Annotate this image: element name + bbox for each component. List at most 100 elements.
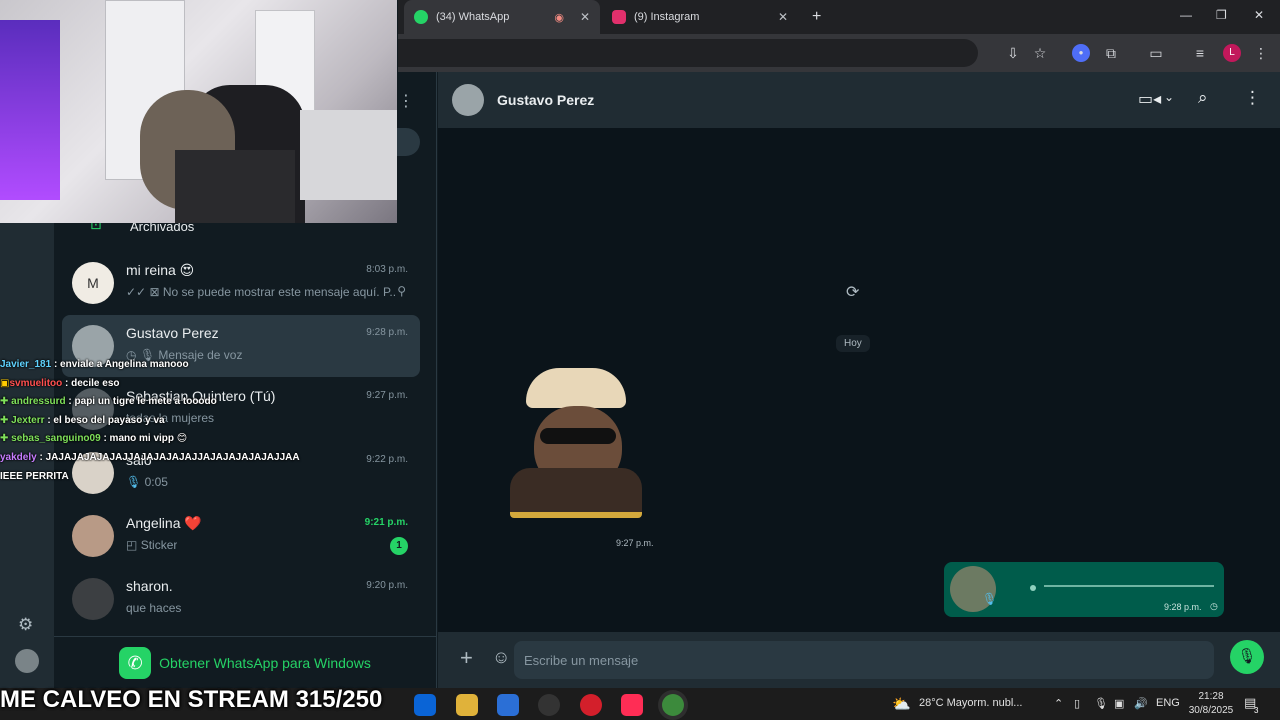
maximize-icon[interactable]: ❐ [1216, 8, 1227, 22]
video-call-icon[interactable]: ▭◂ [1138, 89, 1161, 109]
tab-label: (34) WhatsApp [436, 11, 510, 23]
profile-avatar[interactable] [15, 649, 39, 673]
attach-plus-icon[interactable]: + [460, 645, 473, 671]
store-icon[interactable] [497, 694, 519, 716]
stream-chat-line: ✚ andressurd : papi un tigre le mete a t… [0, 396, 217, 408]
recording-icon: ◉ [554, 11, 564, 24]
chat-time: 9:27 p.m. [366, 390, 408, 401]
tab-instagram[interactable]: (9) Instagram ✕ [602, 0, 798, 34]
network-icon[interactable]: ▣ [1114, 697, 1124, 710]
search-box[interactable] [396, 128, 420, 156]
tray-device-icon[interactable]: ▯ [1074, 697, 1080, 710]
chat-name: mi reina 😍 [126, 262, 195, 278]
settings-gear-icon[interactable]: ⚙ [18, 615, 33, 635]
opera-icon[interactable] [580, 694, 602, 716]
cast-icon[interactable]: ▭ [1147, 44, 1165, 62]
microphone-icon[interactable]: 🎙 [1094, 697, 1108, 710]
tab-whatsapp[interactable]: (34) WhatsApp ◉ ✕ [404, 0, 600, 34]
stream-chat-line: Javier_181 : enviale a Angelina manooo [0, 359, 189, 370]
menu-kebab-icon[interactable]: ⋮ [1244, 88, 1261, 108]
chat-name: Gustavo Perez [126, 325, 219, 341]
chat-time: 9:22 p.m. [366, 454, 408, 465]
bookmark-star-icon[interactable]: ☆ [1031, 44, 1049, 62]
instagram-favicon-icon [612, 10, 626, 24]
profile-avatar[interactable]: L [1223, 44, 1241, 62]
whatsapp-logo-icon: ✆ [119, 646, 152, 679]
stream-chat-line: ✚ Jexterr : el beso del payaso y va [0, 414, 165, 426]
avatar: M [72, 262, 114, 304]
date-divider: Hoy [836, 335, 870, 352]
chat-header: Gustavo Perez ▭◂ ⌄ ⌕ ⋮ [438, 72, 1280, 128]
tab-label: (9) Instagram [634, 11, 700, 23]
contact-avatar[interactable] [452, 84, 484, 116]
menu-kebab-icon[interactable]: ⋮ [398, 91, 414, 111]
waveform-dot [1030, 585, 1036, 591]
chat-name: sharon. [126, 578, 173, 594]
voice-waveform[interactable] [1044, 585, 1214, 587]
extensions-puzzle-icon[interactable]: ⧉ [1102, 44, 1120, 62]
sticker-sunglasses [540, 428, 616, 444]
clock-icon: ◷ [1210, 601, 1218, 611]
contact-name[interactable]: Gustavo Perez [497, 92, 594, 108]
sticker-message[interactable] [508, 368, 648, 520]
badge-icon: ✚ [0, 396, 9, 408]
install-app-icon[interactable]: ⇩ [1004, 44, 1022, 62]
mic-icon: 🎙 [982, 592, 998, 606]
language-indicator[interactable]: ENG [1156, 697, 1180, 709]
webcam-purple-light [0, 20, 60, 200]
chat-list-item[interactable]: sharon. 9:20 p.m. que haces [62, 568, 420, 630]
stream-chat-line: yakdely : JAJAJAJAJAJAJJAJAJAJAJAJJAJAJA… [0, 451, 300, 463]
minimize-icon[interactable]: — [1180, 8, 1192, 22]
weather-icon[interactable]: ⛅ [892, 695, 911, 713]
badge-icon: ✚ [0, 414, 9, 426]
extension-icon[interactable]: ● [1072, 44, 1090, 62]
stream-goal-banner: ME CALVEO EN STREAM 315/250 [0, 686, 383, 713]
obs-icon[interactable] [538, 694, 560, 716]
new-tab-button[interactable]: + [802, 0, 831, 34]
conversation-panel: Gustavo Perez ▭◂ ⌄ ⌕ ⋮ ⟳ Hoy 9:27 p.m. 🎙… [438, 72, 1280, 688]
close-tab-icon[interactable]: ✕ [580, 10, 590, 24]
whatsapp-favicon-icon [414, 10, 428, 24]
outlook-icon[interactable] [414, 694, 436, 716]
show-hidden-icons-icon[interactable]: ⌃ [1054, 697, 1063, 710]
voice-record-button[interactable]: 🎙 [1230, 640, 1264, 674]
chevron-down-icon[interactable]: ⌄ [1164, 90, 1174, 104]
get-app-banner[interactable]: ✆ Obtener WhatsApp para Windows [54, 636, 436, 688]
voice-message[interactable]: 🎙 9:28 p.m. ◷ [944, 562, 1224, 617]
weather-text[interactable]: 28°C Mayorm. nubl... [919, 697, 1022, 709]
badge-icon: ✚ [0, 433, 9, 445]
chat-preview: que haces [126, 601, 182, 615]
chat-preview: ✓✓ ⊠ No se puede mostrar este mensaje aq… [126, 285, 396, 299]
chat-name: Angelina ❤️ [126, 515, 202, 531]
stream-chat-line: ▣svmuelitoo : decile eso [0, 377, 120, 389]
chat-list-item[interactable]: Angelina ❤️ 9:21 p.m. ◰ Sticker 1 [62, 505, 420, 567]
file-explorer-icon[interactable] [456, 694, 478, 716]
close-window-icon[interactable]: ✕ [1254, 8, 1264, 22]
chat-list-item[interactable]: M mi reina 😍 8:03 p.m. ✓✓ ⊠ No se puede … [62, 252, 420, 314]
sticker-icon: ◰ [126, 538, 138, 552]
media-controls-icon[interactable]: ≡ [1191, 44, 1209, 62]
clock[interactable]: 21:28 30/8/2025 [1188, 690, 1234, 718]
notification-count: 3 [1254, 706, 1259, 715]
emoji-icon[interactable]: ☺ [492, 647, 510, 668]
message-composer: + ☺ 🎙 [438, 632, 1280, 688]
volume-icon[interactable]: 🔊 [1134, 697, 1148, 710]
browser-tab-strip: (34) WhatsApp ◉ ✕ (9) Instagram ✕ + — ❐ … [398, 0, 1280, 34]
refresh-icon[interactable]: ⟳ [846, 282, 859, 302]
webcam-shirt [175, 150, 295, 223]
tiktok-icon[interactable] [621, 694, 643, 716]
message-time: 9:28 p.m. [1164, 602, 1202, 612]
close-tab-icon[interactable]: ✕ [778, 10, 788, 24]
chrome-icon[interactable] [662, 694, 684, 716]
chat-time: 9:21 p.m. [364, 517, 408, 528]
pin-icon: ⚲ [397, 284, 406, 298]
search-icon[interactable]: ⌕ [1198, 88, 1208, 108]
address-bar[interactable] [398, 39, 978, 67]
chat-time: 8:03 p.m. [366, 264, 408, 275]
message-input[interactable] [514, 641, 1214, 679]
browser-toolbar: ⇩ ☆ ● ⧉ ▭ ≡ L ⋮ [398, 34, 1280, 72]
stream-chat-overlay: Javier_181 : enviale a Angelina manooo ▣… [0, 356, 330, 486]
chat-time: 9:28 p.m. [366, 327, 408, 338]
browser-menu-icon[interactable]: ⋮ [1252, 44, 1270, 62]
chat-preview: ◰ Sticker [126, 538, 178, 552]
